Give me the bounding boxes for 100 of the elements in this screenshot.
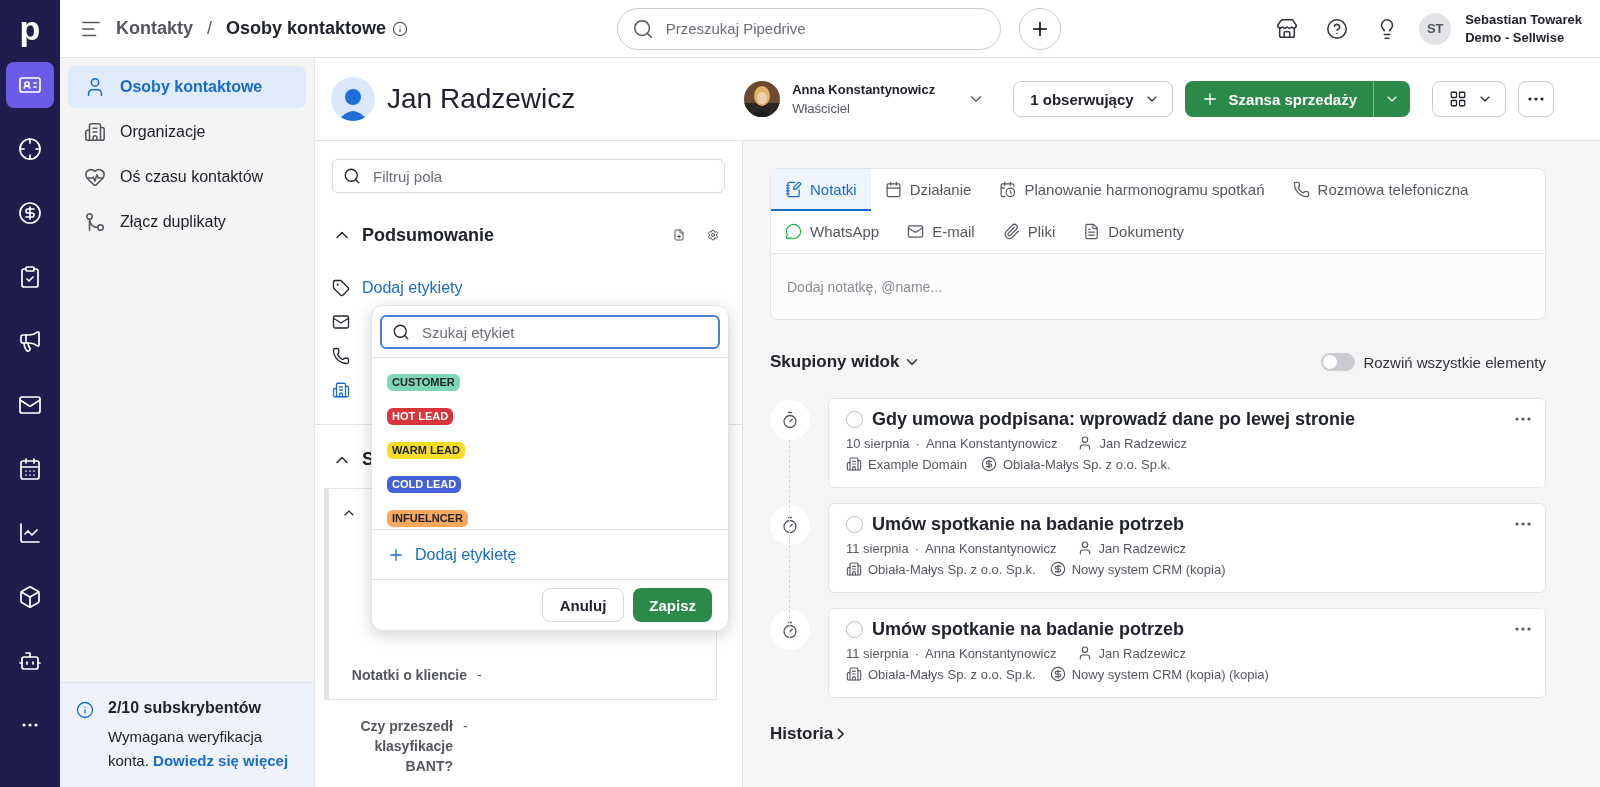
field-label: Notatki o kliencie xyxy=(350,666,467,685)
done-checkbox[interactable] xyxy=(846,411,863,428)
help-icon xyxy=(1326,17,1349,40)
dollar-icon xyxy=(1049,666,1066,682)
notice-text: Wymagana weryfikacja konta. Dowiedz się więcej xyxy=(108,727,290,771)
activity-title: Umów spotkanie na badanie potrzeb xyxy=(872,514,1185,535)
section-title: Podsumowanie xyxy=(362,224,495,246)
followers-button[interactable]: 1 obserwujący xyxy=(1013,81,1173,117)
dollar-icon xyxy=(981,456,997,472)
note-composer[interactable]: Notatki Działanie Planowanie harmonogramu spotkań Rozmowa telefoniczna WhatsApp E-mail Pliki Dokumenty Dodaj notatkę, @name... xyxy=(770,168,1546,320)
activity-organization: Example Domain xyxy=(868,456,967,472)
label-tag[interactable]: COLD LEAD xyxy=(387,476,462,493)
composer-tab[interactable]: Pliki xyxy=(988,211,1070,253)
composer-tab[interactable]: Planowanie harmonogramu spotkań xyxy=(985,169,1279,211)
box-icon xyxy=(18,585,42,609)
cancel-button[interactable]: Anuluj xyxy=(541,588,625,622)
timer-icon xyxy=(781,516,799,534)
rail-button[interactable] xyxy=(6,62,54,108)
person-avatar xyxy=(331,77,375,121)
company-name: Demo - Sellwise xyxy=(1465,30,1566,45)
phone-icon xyxy=(332,347,350,365)
label-tag[interactable]: CUSTOMER xyxy=(387,374,460,391)
building-icon xyxy=(332,381,350,399)
expand-all-toggle[interactable] xyxy=(1321,353,1356,371)
search-icon xyxy=(343,167,361,185)
store-icon xyxy=(1276,17,1299,40)
filter-field[interactable]: Filtruj pola xyxy=(332,159,725,193)
calendar-icon xyxy=(18,457,42,481)
activity-person: Jan Radzewicz xyxy=(1098,645,1186,661)
toggle-label: Rozwiń wszystkie elementy xyxy=(1363,353,1546,371)
info-icon xyxy=(76,701,94,719)
activity-date: 10 sierpnia xyxy=(846,435,910,451)
sidebar-item[interactable]: Złącz duplikaty xyxy=(68,201,306,243)
activity-person: Jan Radzewicz xyxy=(1099,435,1187,451)
composer-tab[interactable]: Rozmowa telefoniczna xyxy=(1278,169,1483,211)
label-search-input[interactable]: Szukaj etykiet xyxy=(420,322,708,342)
add-label-button[interactable]: Dodaj etykietę xyxy=(372,529,728,579)
mail-icon xyxy=(907,222,925,240)
done-checkbox[interactable] xyxy=(846,516,863,533)
sidebar-item[interactable]: Organizacje xyxy=(68,111,306,153)
phone-icon xyxy=(1292,180,1310,198)
activity-organization: Obiała-Małys Sp. z o.o. Sp.k. xyxy=(868,561,1036,577)
field-label: Czy przeszedł klasyfikacje BANT? xyxy=(359,717,453,776)
note-icon xyxy=(785,180,802,198)
label-tag[interactable]: HOT LEAD xyxy=(387,408,454,425)
activity-owner: Anna Konstantynowicz xyxy=(925,540,1057,556)
field-value: - xyxy=(477,666,482,685)
search-input[interactable]: Przeszukaj Pipedrive xyxy=(663,19,986,38)
activity-deal: Nowy system CRM (kopia) xyxy=(1071,561,1226,577)
info-icon xyxy=(392,20,409,37)
label-search-field[interactable]: Szukaj etykiet xyxy=(380,315,720,349)
chat-bubble-icon xyxy=(785,222,802,240)
composer-tab[interactable]: Dokumenty xyxy=(1069,211,1199,253)
calendar-clock-icon xyxy=(999,180,1017,198)
meta-separator: · xyxy=(914,540,919,556)
megaphone-icon xyxy=(18,329,42,353)
focused-view-dropdown[interactable]: Skupiony widok xyxy=(770,352,922,372)
save-button[interactable]: Zapisz xyxy=(633,588,712,622)
composer-tab[interactable]: Działanie xyxy=(870,169,986,211)
dollar-icon xyxy=(18,201,42,225)
calendar-icon xyxy=(884,180,902,198)
building-icon xyxy=(84,121,106,143)
chevron-icon xyxy=(837,728,845,740)
activity-deal: Obiała-Małys Sp. z o.o. Sp.k. xyxy=(1003,456,1171,472)
learn-more-link[interactable]: Dowiedz się więcej xyxy=(153,752,289,769)
more-icon xyxy=(1515,627,1531,631)
field-value: - xyxy=(463,717,468,736)
user-avatar[interactable]: ST xyxy=(1419,12,1452,45)
robot-icon xyxy=(18,649,42,673)
deal-options-button[interactable] xyxy=(1374,81,1410,117)
activity-title: Umów spotkanie na badanie potrzeb xyxy=(872,619,1185,640)
add-labels-link[interactable]: Dodaj etykiety xyxy=(362,279,463,297)
timer-icon xyxy=(781,621,799,639)
meta-separator: · xyxy=(914,645,919,661)
owner-name: Anna Konstantynowicz xyxy=(792,82,936,97)
filter-input[interactable]: Filtruj pola xyxy=(371,166,714,186)
layout-button[interactable] xyxy=(1432,81,1506,117)
add-field-icon xyxy=(673,226,685,244)
timer-icon xyxy=(781,411,799,429)
user-name: Sebastian Towarek xyxy=(1465,12,1582,27)
search-icon xyxy=(392,323,410,341)
sidebar-item[interactable]: Osoby kontaktowe xyxy=(68,66,306,108)
composer-tab[interactable]: Notatki xyxy=(771,169,871,211)
more-icon xyxy=(22,723,38,727)
composer-tab[interactable]: WhatsApp xyxy=(771,211,894,253)
history-toggle[interactable]: Historia xyxy=(770,724,845,744)
search-icon xyxy=(631,17,654,40)
breadcrumb-link[interactable]: Kontakty xyxy=(116,18,193,39)
label-tag[interactable]: INFUELNCER xyxy=(387,510,468,527)
new-deal-button[interactable]: Szansa sprzedaży xyxy=(1184,81,1374,117)
dollar-icon xyxy=(1049,561,1066,577)
done-checkbox[interactable] xyxy=(846,621,863,638)
sidebar-item[interactable]: Oś czasu kontaktów xyxy=(68,156,306,198)
label-tag[interactable]: WARM LEAD xyxy=(387,442,465,459)
activity-person: Jan Radzewicz xyxy=(1098,540,1186,556)
more-icon xyxy=(1515,522,1531,526)
building-icon xyxy=(846,561,862,577)
mail-icon xyxy=(332,313,350,331)
composer-tab[interactable]: E-mail xyxy=(893,211,989,253)
activity-deal: Nowy system CRM (kopia) (kopia) xyxy=(1071,666,1269,682)
